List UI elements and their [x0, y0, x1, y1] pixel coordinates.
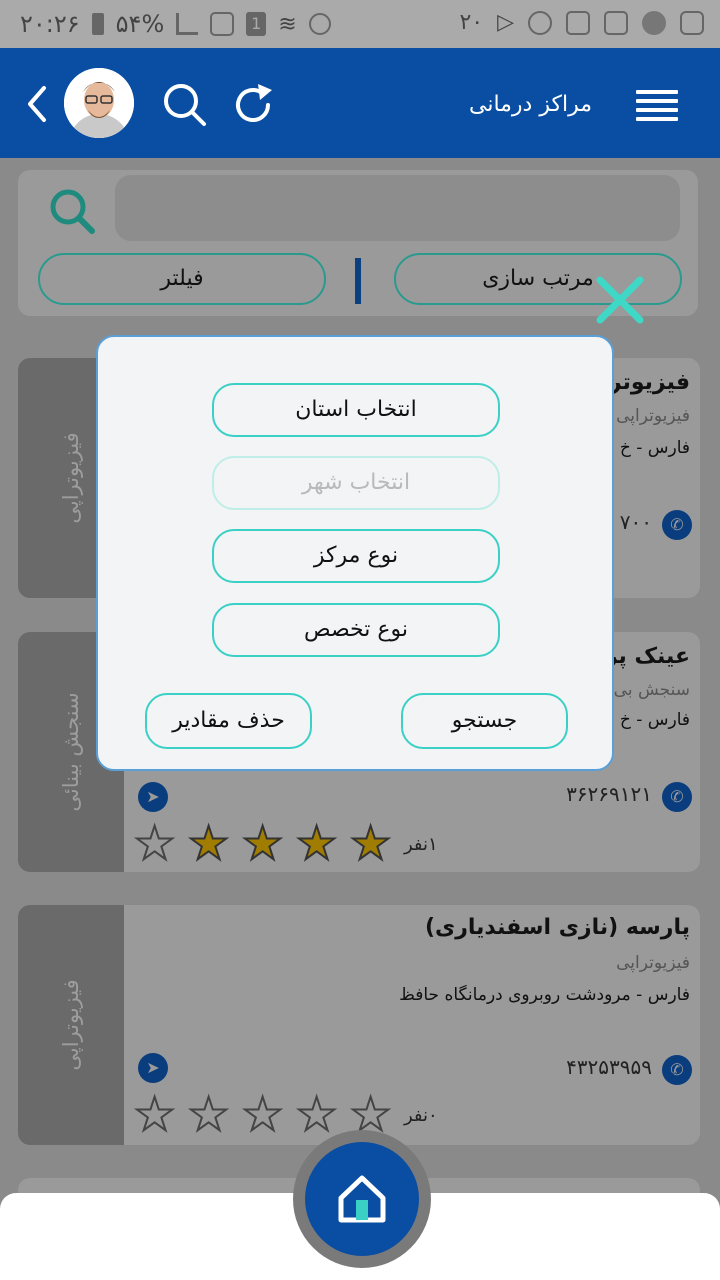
specialty-select[interactable]: نوع تخصص — [212, 603, 500, 657]
alarm-icon — [308, 13, 331, 35]
city-select: انتخاب شهر — [212, 456, 500, 510]
list-item-title: عینک پر — [604, 644, 690, 669]
list-item-phone[interactable]: ۴۳۲۵۳۹۵۹ — [566, 1055, 652, 1079]
phone-icon[interactable]: ✆ — [662, 782, 692, 812]
whatsapp-icon — [528, 10, 552, 35]
signal-icon — [176, 13, 199, 35]
divider — [355, 258, 361, 304]
rating-count: ۰نفر — [404, 1105, 438, 1126]
star-icon: ★ — [349, 816, 392, 870]
search-icon[interactable] — [160, 80, 210, 130]
list-item-category-tag: فیزیوتراپی — [18, 905, 124, 1145]
search-icon[interactable] — [46, 185, 98, 237]
home-icon — [338, 1175, 386, 1223]
list-item-address: فارس - مرودشت روبروی درمانگاه حافظ — [399, 985, 690, 1005]
page-title: مراکز درمانی — [468, 92, 592, 117]
center-type-select[interactable]: نوع مرکز — [212, 529, 500, 583]
list-item-title: پارسه (نازی اسفندیاری) — [425, 915, 690, 940]
app-header: مراکز درمانی — [0, 48, 720, 158]
filter-dialog: انتخاب استان انتخاب شهر نوع مرکز نوع تخص… — [96, 335, 614, 771]
home-button[interactable] — [305, 1142, 419, 1256]
app-icon — [680, 10, 704, 35]
battery-level: ۵۴% — [115, 10, 165, 38]
avatar[interactable] — [64, 68, 134, 138]
list-item-address: فارس - خ — [619, 438, 690, 458]
list-item-category: فیزیوتراپی — [616, 406, 690, 426]
star-icon: ★ — [187, 1087, 230, 1141]
star-icon: ★ — [295, 1087, 338, 1141]
navigation-icon[interactable]: ➤ — [138, 1053, 168, 1083]
no-sim-icon — [210, 12, 235, 36]
search-input[interactable] — [115, 175, 680, 241]
clear-button[interactable]: حذف مقادیر — [145, 693, 312, 749]
sim-icon: 1 — [246, 12, 267, 36]
search-button-label: جستجو — [451, 708, 518, 733]
back-icon[interactable] — [20, 84, 56, 124]
status-bar: ۲۰:۲۶ ۵۴% 1 ≋ ۲۰ ▷ — [0, 0, 720, 48]
star-icon: ★ — [241, 816, 284, 870]
list-item[interactable]: فیزیوتراپی پارسه (نازی اسفندیاری) فیزیوت… — [18, 905, 700, 1145]
list-item-phone[interactable]: ۳۶۲۶۹۱۲۱ — [566, 782, 652, 806]
clock: ۲۰:۲۶ — [20, 10, 80, 38]
clear-button-label: حذف مقادیر — [172, 708, 285, 733]
notification-count: ۲۰ — [459, 10, 484, 35]
star-icon: ★ — [241, 1087, 284, 1141]
province-select[interactable]: انتخاب استان — [212, 383, 500, 437]
star-icon: ★ — [133, 1087, 176, 1141]
gallery-icon — [604, 10, 628, 35]
list-item-category: فیزیوتراپی — [616, 953, 690, 973]
game-icon — [642, 10, 666, 35]
filter-label: فیلتر — [160, 266, 204, 291]
play-store-icon: ▷ — [497, 10, 514, 35]
menu-icon[interactable] — [636, 90, 678, 126]
specialty-label: نوع تخصص — [304, 617, 408, 642]
rating-count: ۱نفر — [404, 834, 438, 855]
battery-icon — [91, 13, 104, 35]
wifi-icon: ≋ — [278, 11, 297, 37]
search-button[interactable]: جستجو — [401, 693, 568, 749]
phone-icon[interactable]: ✆ — [662, 510, 692, 540]
star-icon: ★ — [133, 816, 176, 870]
list-item-address: فارس - خ — [619, 710, 690, 730]
close-icon[interactable] — [592, 272, 648, 328]
refresh-icon[interactable] — [228, 80, 278, 130]
list-item-phone[interactable]: ۷۰۰ — [620, 510, 652, 534]
navigation-icon[interactable]: ➤ — [138, 782, 168, 812]
sort-label: مرتب سازی — [482, 266, 594, 291]
phone-icon[interactable]: ✆ — [662, 1055, 692, 1085]
mail-icon — [566, 10, 590, 35]
filter-button[interactable]: فیلتر — [38, 253, 326, 305]
star-icon: ★ — [295, 816, 338, 870]
star-icon: ★ — [187, 816, 230, 870]
city-select-label: انتخاب شهر — [301, 470, 411, 495]
center-type-label: نوع مرکز — [313, 543, 399, 568]
list-item-category: سنجش بی — [613, 680, 690, 700]
province-select-label: انتخاب استان — [295, 397, 417, 422]
